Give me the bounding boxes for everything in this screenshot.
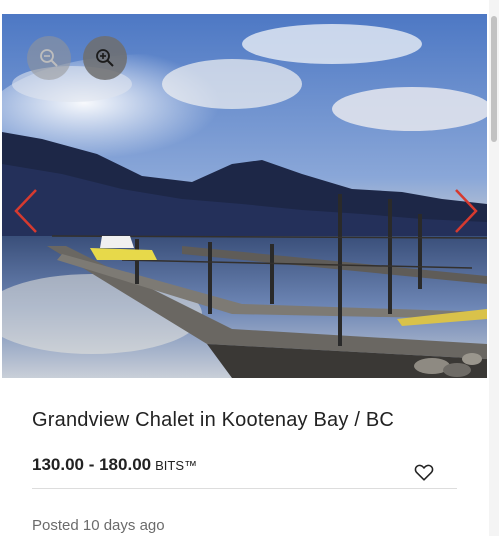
lake-dock-image bbox=[2, 14, 487, 378]
zoom-out-icon bbox=[40, 49, 58, 67]
price-row: 130.00 - 180.00 BITS™ bbox=[32, 455, 197, 475]
scrollbar-thumb[interactable] bbox=[491, 16, 497, 142]
next-photo-button[interactable] bbox=[450, 186, 480, 236]
currency-label: BITS™ bbox=[155, 458, 198, 473]
zoom-in-icon bbox=[96, 49, 114, 67]
zoom-out-button[interactable] bbox=[27, 36, 71, 80]
divider bbox=[32, 488, 457, 489]
listing-photo bbox=[2, 14, 487, 378]
heart-icon bbox=[414, 464, 434, 481]
chevron-right-icon bbox=[455, 189, 478, 233]
listing-title: Grandview Chalet in Kootenay Bay / BC bbox=[32, 409, 395, 431]
previous-photo-button[interactable] bbox=[12, 186, 42, 236]
zoom-in-button[interactable] bbox=[83, 36, 127, 80]
favorite-button[interactable] bbox=[413, 461, 435, 483]
posted-date: Posted 10 days ago bbox=[32, 517, 165, 534]
chevron-left-icon bbox=[14, 189, 37, 233]
price-range: 130.00 - 180.00 bbox=[32, 455, 152, 474]
